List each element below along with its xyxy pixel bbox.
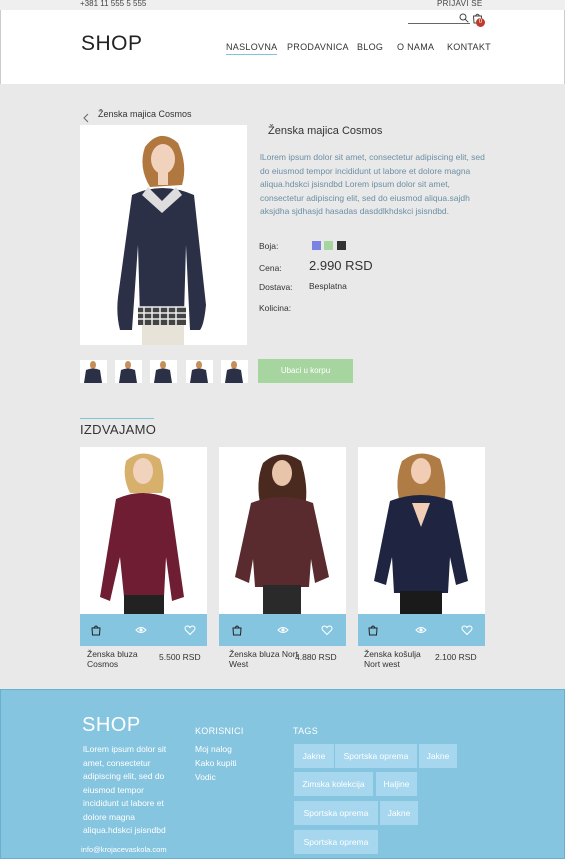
eye-icon[interactable] — [415, 624, 427, 636]
thumbnail-image — [150, 360, 177, 383]
featured-product-name[interactable]: Ženska bluza Nort West — [229, 649, 301, 669]
model-sweater-image — [80, 125, 247, 345]
search-icon[interactable] — [459, 13, 469, 23]
add-to-cart-button[interactable]: Ubaci u korpu — [258, 359, 353, 383]
thumbnail-image — [80, 360, 107, 383]
tag[interactable]: Sportska oprema — [294, 801, 378, 825]
login-link[interactable]: PRIJAVI SE — [437, 0, 483, 8]
product-thumbnail[interactable] — [150, 360, 177, 383]
product-thumbnail[interactable] — [186, 360, 213, 383]
header: SHOP 0 NASLOVNA PRODAVNICA BLOG O NAMA K… — [0, 10, 565, 84]
shipping-label: Dostava: — [259, 282, 293, 292]
eye-icon[interactable] — [277, 624, 289, 636]
product-title: Ženska majica Cosmos — [268, 125, 383, 137]
model-blouse-brown-image — [219, 447, 346, 615]
footer-email[interactable]: info@krojacevaskola.com — [81, 845, 167, 854]
featured-product-price: 4.880 RSD — [295, 652, 337, 662]
footer: SHOP lLorem ipsum dolor sit amet, consec… — [0, 689, 565, 859]
featured-product-name[interactable]: Ženska bluza Cosmos — [87, 649, 159, 669]
tag[interactable]: Jakne — [419, 744, 457, 768]
thumbnail-image — [221, 360, 248, 383]
nav-kontakt[interactable]: KONTAKT — [447, 42, 491, 52]
nav-o-nama[interactable]: O NAMA — [397, 42, 434, 52]
heart-icon[interactable] — [461, 624, 473, 636]
logo[interactable]: SHOP — [81, 32, 143, 56]
footer-link-how-to-buy[interactable]: Kako kupiti — [195, 758, 237, 768]
bag-icon[interactable] — [231, 624, 243, 636]
footer-logo[interactable]: SHOP — [82, 714, 141, 737]
section-divider — [80, 418, 154, 419]
featured-card-image[interactable] — [80, 447, 207, 615]
model-shirt-navy-image — [358, 447, 485, 615]
nav-prodavnica[interactable]: PRODAVNICA — [287, 42, 349, 52]
search-input[interactable] — [408, 23, 470, 24]
tag[interactable]: Zimska kolekcija — [294, 772, 373, 796]
featured-card-actions — [80, 614, 207, 646]
chevron-left-icon[interactable] — [82, 113, 90, 123]
footer-users-title: KORISNICI — [195, 726, 244, 736]
footer-link-my-account[interactable]: Moj nalog — [195, 744, 232, 754]
featured-card-actions — [219, 614, 346, 646]
quantity-label: Kolicina: — [259, 303, 292, 313]
eye-icon[interactable] — [135, 624, 147, 636]
thumbnail-image — [186, 360, 213, 383]
tag[interactable]: Jakne — [294, 744, 334, 768]
product-thumbnail[interactable] — [115, 360, 142, 383]
color-swatch-green[interactable] — [324, 241, 333, 250]
featured-card-image[interactable] — [358, 447, 485, 615]
color-label: Boja: — [259, 241, 279, 251]
thumbnail-image — [115, 360, 142, 383]
featured-product-name[interactable]: Ženska košulja Nort west — [364, 649, 436, 669]
product-thumbnail[interactable] — [80, 360, 107, 383]
featured-product-price: 5.500 RSD — [159, 652, 201, 662]
phone-number: +381 11 555 5 555 — [80, 0, 147, 8]
color-swatch-purple[interactable] — [312, 241, 321, 250]
footer-link-guide[interactable]: Vodic — [195, 772, 216, 782]
featured-title: IZDVAJAMO — [80, 422, 157, 437]
bag-icon[interactable] — [367, 624, 379, 636]
tag[interactable]: Haljine — [376, 772, 417, 796]
top-bar: +381 11 555 5 555 PRIJAVI SE — [0, 0, 565, 10]
footer-tags-title: TAGS — [293, 726, 319, 736]
price-label: Cena: — [259, 263, 282, 273]
footer-description: lLorem ipsum dolor sit amet, consectetur… — [83, 744, 167, 835]
tag[interactable]: Sportska oprema — [335, 744, 417, 768]
featured-product-price: 2.100 RSD — [435, 652, 477, 662]
featured-card-image[interactable] — [219, 447, 346, 615]
nav-naslovna[interactable]: NASLOVNA — [226, 42, 278, 55]
product-main-image[interactable] — [80, 125, 247, 345]
heart-icon[interactable] — [321, 624, 333, 636]
color-swatch-black[interactable] — [337, 241, 346, 250]
featured-card-actions — [358, 614, 485, 646]
heart-icon[interactable] — [184, 624, 196, 636]
product-thumbnail[interactable] — [221, 360, 248, 383]
nav-blog[interactable]: BLOG — [357, 42, 383, 52]
cart-count-badge: 0 — [476, 18, 485, 27]
product-price: 2.990 RSD — [309, 258, 373, 273]
tag[interactable]: Sportska oprema — [294, 830, 378, 854]
breadcrumb: Ženska majica Cosmos — [98, 109, 192, 119]
tag[interactable]: Jakne — [380, 801, 418, 825]
product-description: lLorem ipsum dolor sit amet, consectetur… — [260, 152, 485, 216]
shipping-value: Besplatna — [309, 281, 347, 291]
bag-icon[interactable] — [90, 624, 102, 636]
model-blouse-burgundy-image — [80, 447, 207, 615]
